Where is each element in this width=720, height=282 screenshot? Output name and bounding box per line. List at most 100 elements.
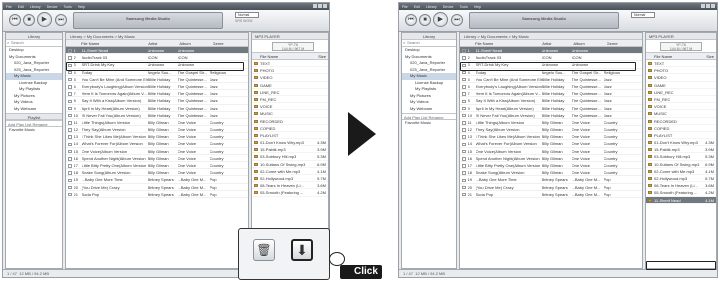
next-button[interactable]: ⏭ xyxy=(451,14,463,26)
table-row[interactable]: 9 April In My Heart(Album Version) Billie … xyxy=(66,105,248,112)
col-artist[interactable]: Artist xyxy=(148,40,178,46)
row-checkbox[interactable] xyxy=(462,92,466,96)
table-row[interactable]: 17 Little Bitty Pretty One(Album VersionB… xyxy=(460,162,642,170)
eq-select[interactable]: Normal xyxy=(235,12,259,18)
eq-select[interactable]: Normal xyxy=(631,12,655,18)
mp3-list-item[interactable]: 02-Come with Me.mp3 4.1M xyxy=(252,168,328,175)
row-checkbox[interactable] xyxy=(68,77,72,82)
table-row[interactable]: 16 Spend Another Night(Album Version Billy… xyxy=(66,155,248,162)
minimize-button[interactable] xyxy=(313,4,317,8)
row-checkbox[interactable] xyxy=(462,113,466,118)
table-row[interactable]: 20 (You Drive Me) Crazy Britney Spears ...B… xyxy=(66,184,248,191)
table-row[interactable]: 15 One Voice(Album Version Billy Gilman One… xyxy=(66,148,248,155)
menu-device[interactable]: Device xyxy=(443,5,454,9)
row-checkbox[interactable] xyxy=(462,135,466,139)
mp3-list-item[interactable]: RECORDED xyxy=(646,118,716,125)
mp3-list-item[interactable]: FM_REC xyxy=(252,96,328,104)
row-checkbox[interactable] xyxy=(68,185,72,190)
mp3-col-name[interactable]: File Name xyxy=(654,53,672,59)
table-row[interactable]: 13 I Think She Likes Me(Album Version Bill… xyxy=(66,133,248,141)
table-row[interactable]: 21 Soda Pop Britney Spears ...Baby One M...… xyxy=(66,191,248,198)
row-checkbox[interactable] xyxy=(68,121,72,125)
mp3-col-name[interactable]: File Name xyxy=(260,53,278,59)
mp3-list-item[interactable]: 08-Tears In Heaven (Li... 3.6M xyxy=(252,182,328,190)
table-row[interactable]: 15 One Voice(Album Version Billy Gilman One… xyxy=(460,148,642,155)
mp3-list-item[interactable]: 01-Don't Know Why.mp3 4.3M xyxy=(646,139,716,147)
col-artist[interactable]: Artist xyxy=(542,40,572,46)
col-genre[interactable]: Genre xyxy=(213,40,237,46)
mp3-list-item[interactable]: MUSIC xyxy=(252,110,328,118)
mp3-list-item[interactable]: 15-Pablik.mp3 3.9M xyxy=(252,146,328,154)
table-row[interactable]: 18 Snake Song(Album Version Billy Gilman On… xyxy=(66,169,248,177)
transfer-button[interactable]: ⬇ xyxy=(291,239,313,261)
menu-edit[interactable]: Edit xyxy=(414,5,420,9)
menu-file[interactable]: File xyxy=(6,5,12,9)
mp3-list-item[interactable]: 10-Sultans Of Swing.mp3 6.9M xyxy=(646,161,716,168)
table-row[interactable]: 17 Little Bitty Pretty One(Album VersionB… xyxy=(66,162,248,170)
table-row[interactable]: 12 They Say(Album Version Billy Gilman One … xyxy=(460,126,642,134)
table-row[interactable]: 19 ...Baby One More Time Britney Spears...… xyxy=(66,176,248,184)
mp3-list-item[interactable]: COPIED xyxy=(646,125,716,132)
table-row[interactable]: 16 Spend Another Night(Album Version Billy… xyxy=(460,155,642,162)
close-button[interactable] xyxy=(323,4,327,8)
table-row[interactable]: 7 Here It Is Tomorrow Again(Album V...Bil… xyxy=(460,90,642,98)
mp3-col-size[interactable]: Size xyxy=(318,53,326,59)
table-row[interactable]: 2 AudioTrack 03 ICON ICON xyxy=(66,54,248,62)
menu-tools[interactable]: Tools xyxy=(460,5,468,9)
row-checkbox[interactable] xyxy=(68,157,72,161)
row-checkbox[interactable] xyxy=(462,56,466,60)
playlist-buttons[interactable]: Add Play List Rename xyxy=(6,120,62,127)
row-checkbox[interactable] xyxy=(462,121,466,125)
playlist-buttons[interactable]: Add Play List Rename xyxy=(402,113,456,120)
row-checkbox[interactable] xyxy=(68,171,72,175)
mp3-list-item[interactable]: VOICE xyxy=(252,103,328,111)
menu-library[interactable]: Library xyxy=(426,5,437,9)
play-button[interactable]: ▶ xyxy=(433,12,448,27)
mp3-list-item[interactable]: LINE_REC xyxy=(252,89,328,96)
library-search-input[interactable]: ⌕ Search xyxy=(6,40,62,47)
menu-library[interactable]: Library xyxy=(30,5,41,9)
table-row[interactable]: 5 You Can't Be Mine (And Someone Else's)B… xyxy=(66,76,248,83)
table-row[interactable]: 6 Everybody's Laughing(Album Version)Bill… xyxy=(460,83,642,91)
table-row[interactable]: 1 11-Sherif Nead Unknown Unknown xyxy=(460,47,642,55)
row-checkbox[interactable] xyxy=(462,99,466,103)
mp3-list-item[interactable]: GAME xyxy=(646,82,716,89)
mp3-list-item[interactable]: VIDEO xyxy=(252,74,328,82)
maximize-button[interactable] xyxy=(318,4,322,8)
table-row[interactable]: 21 Soda Pop Britney Spears ...Baby One M...… xyxy=(460,191,642,198)
mp3-list-item[interactable]: 03-Sobbury Hill.mp3 5.3M xyxy=(646,153,716,161)
col-album[interactable]: Album xyxy=(179,40,211,46)
mp3-list-item[interactable]: TEXT xyxy=(646,60,716,68)
mp3-list-item[interactable]: 01-Don't Know Why.mp3 4.3M xyxy=(252,139,328,147)
table-row[interactable]: 14 What's Forever For(Album Version Billy … xyxy=(66,140,248,148)
mp3-list-item[interactable]: PHOTO xyxy=(646,67,716,75)
mp3-list-item[interactable]: VIDEO xyxy=(646,74,716,82)
row-checkbox[interactable] xyxy=(68,128,72,132)
menu-tools[interactable]: Tools xyxy=(64,5,72,9)
mp3-list-item[interactable]: PHOTO xyxy=(252,67,328,75)
menu-help[interactable]: Help xyxy=(78,5,85,9)
stop-button[interactable]: ■ xyxy=(23,14,35,26)
col-album[interactable]: Album xyxy=(573,40,605,46)
mp3-list-item[interactable]: VOICE xyxy=(646,103,716,111)
row-checkbox[interactable] xyxy=(68,49,72,53)
menu-file[interactable]: File xyxy=(402,5,408,9)
mp3-list-item-transferred[interactable]: 11-Sherif Nead 4.1M xyxy=(646,196,716,204)
col-genre[interactable]: Genre xyxy=(607,40,631,46)
mp3-list-item[interactable]: 02-Hollywood.mp3 5.7M xyxy=(252,175,328,183)
mp3-list-item[interactable]: COPIED xyxy=(252,125,328,132)
row-checkbox[interactable] xyxy=(462,149,466,154)
row-checkbox[interactable] xyxy=(462,77,466,82)
mp3-list-item[interactable]: MUSIC xyxy=(646,110,716,118)
row-checkbox[interactable] xyxy=(462,142,466,147)
prev-button[interactable]: ⏮ xyxy=(9,14,21,26)
mp3-list-item[interactable]: 02-Hollywood.mp3 5.7M xyxy=(646,175,716,183)
row-checkbox[interactable] xyxy=(68,135,72,139)
table-row[interactable]: 20 (You Drive Me) Crazy Britney Spears ...B… xyxy=(460,184,642,191)
row-checkbox[interactable] xyxy=(462,192,466,197)
row-checkbox[interactable] xyxy=(68,92,72,96)
mp3-list-item[interactable]: PLAYLIST xyxy=(646,132,716,140)
menu-help[interactable]: Help xyxy=(474,5,481,9)
col-file-name[interactable]: File Name xyxy=(475,40,541,46)
mp3-list-item[interactable]: 08-Tears In Heaven (Li... 3.6M xyxy=(646,182,716,190)
